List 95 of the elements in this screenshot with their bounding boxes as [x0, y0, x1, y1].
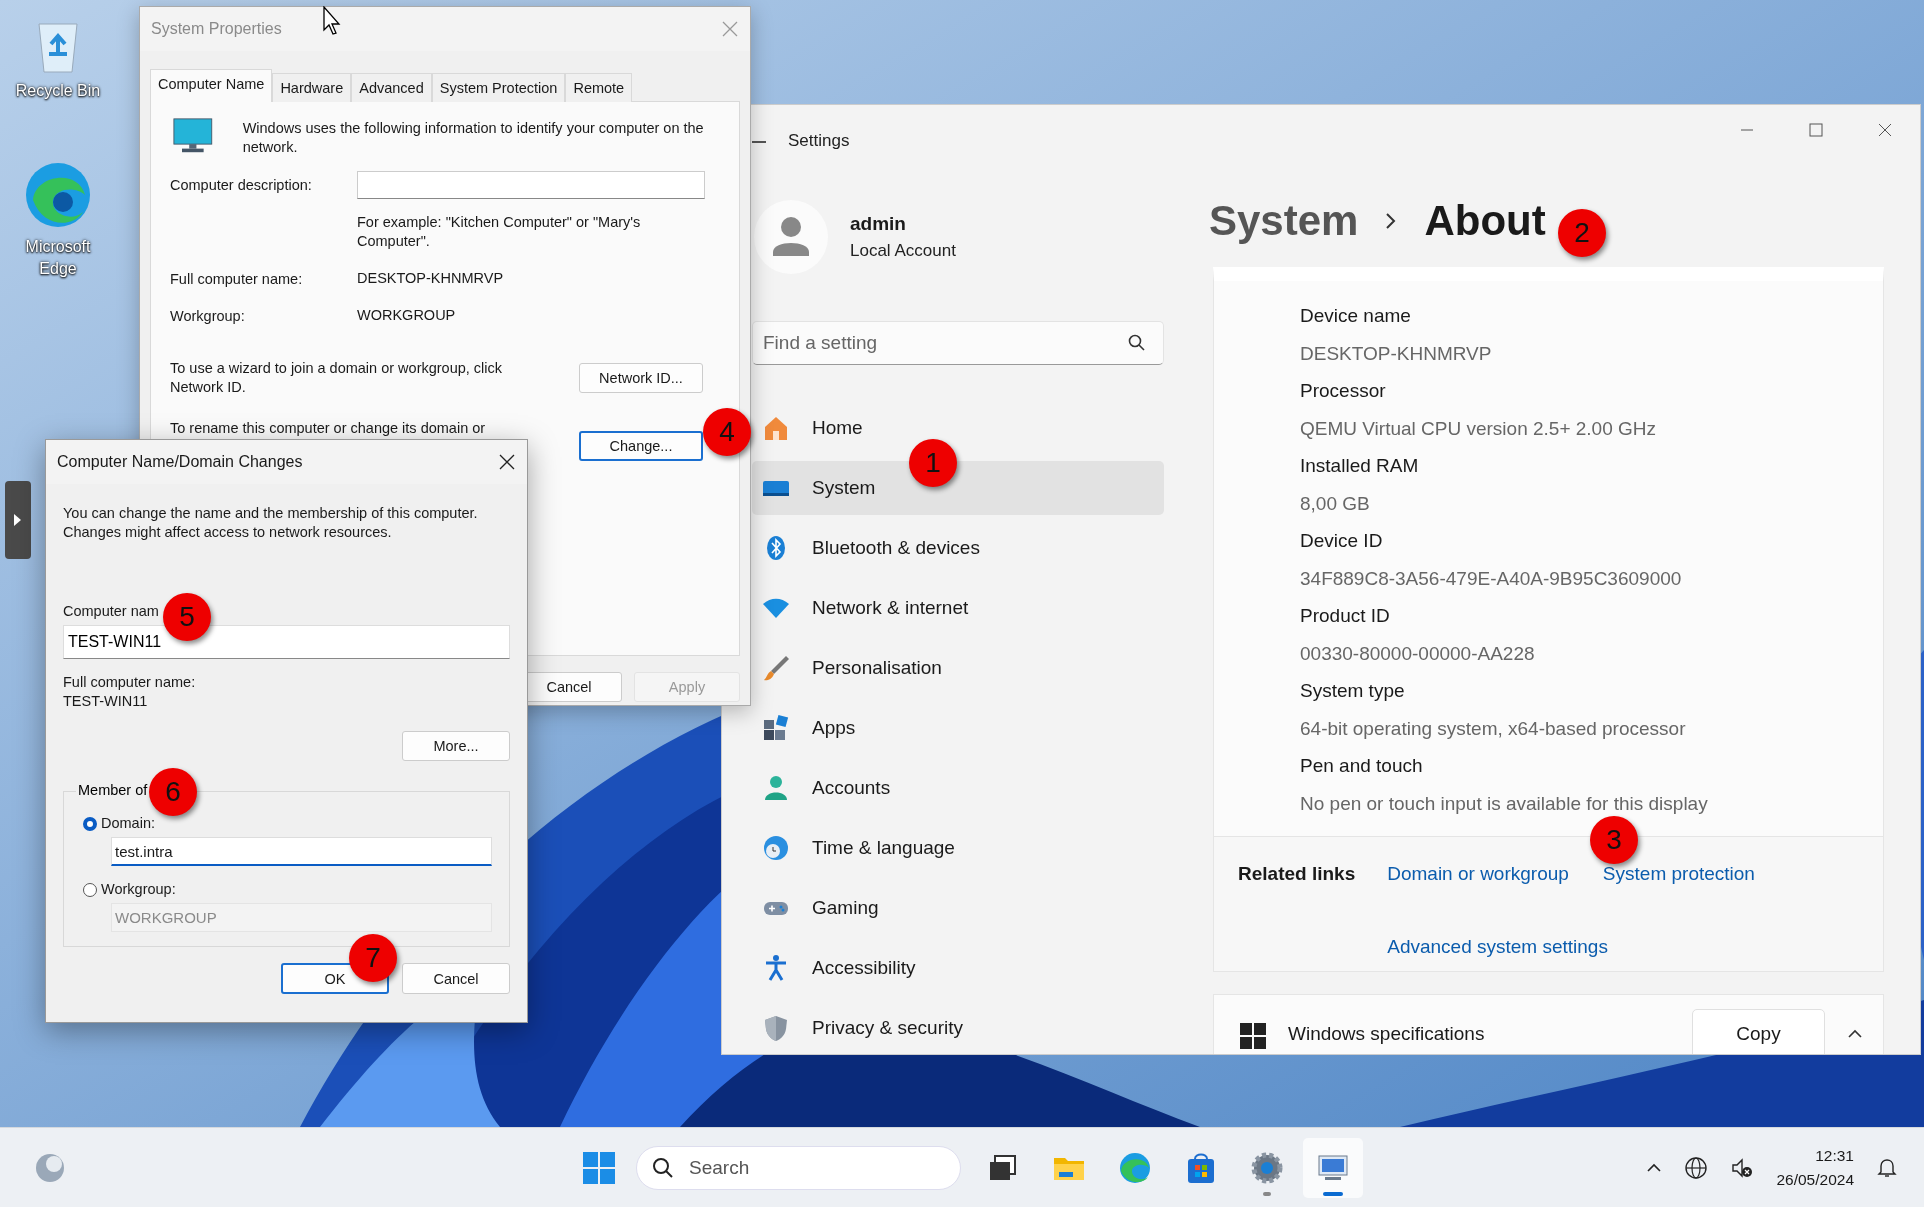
field-label: Computer nam	[63, 602, 159, 621]
intro-text: You can change the name and the membership of this computer. Changes might affect access to network resources.	[63, 504, 479, 542]
tab[interactable]: Advanced	[351, 73, 432, 102]
spec-label: Product ID	[1300, 604, 1391, 628]
spec-label: Installed RAM	[1300, 454, 1420, 478]
notification-icon[interactable]	[1876, 1157, 1898, 1179]
edge-icon[interactable]	[23, 160, 93, 230]
spec-value: 64-bit operating system, x64-based processor	[1300, 716, 1687, 741]
user-name: admin	[850, 213, 907, 235]
field-value: TEST-WIN11	[63, 692, 149, 711]
breadcrumb-parent[interactable]: System	[1209, 197, 1359, 245]
time-icon	[762, 834, 790, 862]
edge-icon	[1117, 1150, 1153, 1186]
group-label: Member of	[76, 782, 150, 798]
nav-item[interactable]: Accessibility	[752, 941, 1164, 995]
spec-label: Processor	[1300, 379, 1387, 403]
network-id-button[interactable]: Network ID...	[579, 363, 703, 393]
clock-time[interactable]: 12:31	[1815, 1147, 1854, 1165]
account-type: Local Account	[850, 241, 956, 261]
maximize-icon[interactable]	[1809, 123, 1823, 137]
chevron-up-icon[interactable]	[1847, 1029, 1863, 1039]
nav-item[interactable]: Time & language	[752, 821, 1164, 875]
radio-button[interactable]	[83, 882, 97, 897]
tab[interactable]: Computer Name	[150, 69, 273, 102]
more-button[interactable]: More...	[402, 731, 510, 761]
windows-logo-icon	[1240, 1023, 1266, 1049]
field-label: Full computer name:	[170, 270, 304, 287]
nav-item[interactable]: Apps	[752, 701, 1164, 755]
search-icon	[1128, 334, 1146, 352]
window-title: Settings	[788, 131, 850, 151]
close-icon[interactable]	[499, 454, 515, 470]
hint-text: For example: "Kitchen Computer" or "Mary's Computer".	[357, 213, 642, 251]
intro-text: Windows uses the following information to identify your computer on the network.	[242, 119, 705, 157]
field-label: Workgroup:	[170, 307, 246, 324]
apps-icon	[762, 714, 790, 742]
desktop-icon-label: Microsoft Edge	[24, 237, 92, 279]
settings-icon	[1249, 1150, 1285, 1186]
avatar-icon	[754, 200, 828, 274]
instruction-text: To use a wizard to join a domain or workgroup, click Network ID.	[170, 359, 504, 397]
spec-label: Device ID	[1300, 529, 1384, 553]
change-button[interactable]: Change...	[579, 431, 703, 461]
dialog-button[interactable]: Cancel	[402, 963, 510, 994]
nav-item[interactable]: Bluetooth & devices	[752, 521, 1164, 575]
related-link[interactable]: Domain or workgroup	[1387, 863, 1569, 887]
window-title: System Properties	[151, 20, 282, 38]
instruction-text: To rename this computer or change its domain or	[170, 419, 487, 438]
nav-item[interactable]: Network & internet	[752, 581, 1164, 635]
spec-label: Pen and touch	[1300, 754, 1424, 778]
spec-value: DESKTOP-KHNMRVP	[1300, 341, 1493, 366]
radio-button[interactable]	[83, 816, 97, 831]
tab[interactable]: Hardware	[272, 73, 352, 102]
option-label: Domain:	[101, 814, 155, 833]
nav-item[interactable]: Privacy & security	[752, 1001, 1164, 1054]
privacy-icon	[762, 1014, 790, 1042]
related-links-label: Related links	[1238, 863, 1356, 886]
related-link[interactable]: System protection	[1602, 863, 1755, 887]
window-title: Computer Name/Domain Changes	[57, 453, 303, 471]
spec-value: 00330-80000-00000-AA228	[1300, 641, 1536, 666]
home-icon	[762, 414, 790, 442]
field-value: WORKGROUP	[357, 306, 456, 325]
clock-date[interactable]: 26/05/2024	[1776, 1171, 1854, 1189]
speaker-muted-icon[interactable]	[1730, 1156, 1755, 1180]
desktop-icon-label: Recycle Bin	[15, 81, 101, 101]
nav-item[interactable]: Gaming	[752, 881, 1164, 935]
related-link[interactable]: Advanced system settings	[1387, 936, 1608, 960]
tab[interactable]: System Protection	[431, 73, 566, 102]
computer-name-field[interactable]: TEST-WIN11	[63, 625, 510, 659]
brush-icon	[762, 654, 790, 682]
field-label: Full computer name:	[63, 673, 196, 692]
field-label: Computer description:	[170, 177, 313, 193]
spec-value: QEMU Virtual CPU version 2.5+ 2.00 GHz	[1300, 416, 1658, 441]
spec-value: 8,00 GB	[1300, 491, 1371, 516]
spec-label: Device name	[1300, 304, 1412, 328]
tab[interactable]: Remote	[565, 73, 633, 102]
taskbar-search-field[interactable]: Search	[636, 1146, 961, 1190]
chevron-up-icon[interactable]	[1646, 1163, 1663, 1173]
option-field[interactable]: test.intra	[111, 837, 492, 867]
settings-search-field[interactable]: Find a setting	[752, 321, 1164, 365]
copy-button[interactable]: Copy	[1692, 1009, 1825, 1054]
spec-label: System type	[1300, 679, 1406, 703]
start-icon[interactable]	[582, 1151, 616, 1185]
nav-item[interactable]: Personalisation	[752, 641, 1164, 695]
option-label: Workgroup:	[101, 880, 176, 900]
globe-icon[interactable]	[1684, 1156, 1709, 1180]
description-field[interactable]	[357, 171, 705, 199]
search-icon	[652, 1157, 674, 1179]
section-title: Windows specifications	[1288, 1023, 1485, 1045]
spec-value: No pen or touch input is available for this display	[1300, 791, 1709, 816]
accounts-icon	[762, 774, 790, 802]
close-icon[interactable]	[1878, 123, 1892, 137]
page-title: About	[1424, 197, 1546, 245]
spec-value: 34F889C8-3A56-479E-A40A-9B95C3609000	[1300, 566, 1683, 591]
field-value: DESKTOP-KHNMRVP	[357, 269, 504, 288]
nav-item[interactable]: Accounts	[752, 761, 1164, 815]
side-panel-handle[interactable]	[5, 481, 31, 559]
